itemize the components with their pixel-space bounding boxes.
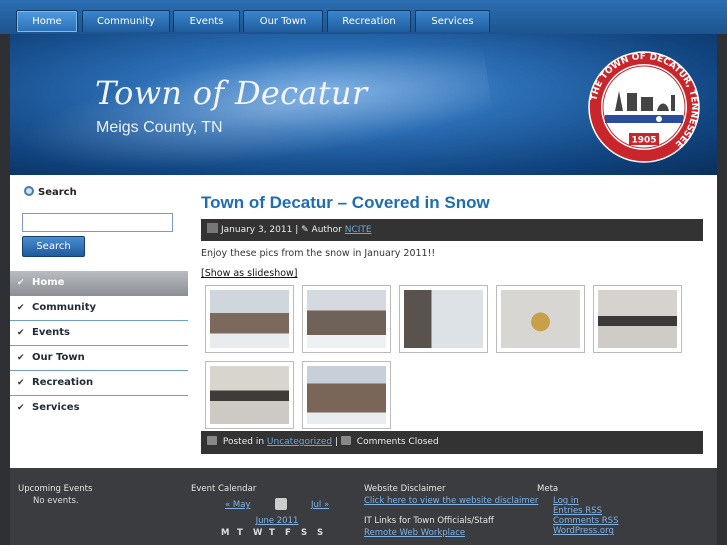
tab-recreation[interactable]: Recreation (327, 10, 411, 32)
folder-icon (207, 436, 217, 445)
it-links-heading: IT Links for Town Officials/Staff (364, 516, 494, 526)
calendar-prev-link[interactable]: « May (225, 500, 250, 510)
author-icon: ✎ (301, 225, 309, 235)
disclaimer-link[interactable]: Click here to view the website disclaime… (364, 496, 538, 506)
footer-disclaimer: Website Disclaimer Click here to view th… (364, 484, 538, 538)
check-icon: ✔ (17, 353, 25, 363)
gallery-thumbnail[interactable] (205, 285, 294, 353)
gallery-thumbnail[interactable] (399, 285, 488, 353)
author-link[interactable]: NCITE (345, 225, 372, 235)
footer-event-calendar: Event Calendar « May Jul » June 2011 MTW… (191, 484, 351, 538)
tab-our-town[interactable]: Our Town (243, 10, 323, 32)
sidebar-item-community[interactable]: ✔ Community (10, 296, 188, 321)
town-seal-logo: THE TOWN OF DECATUR, TENNESSEE 1905 (588, 51, 700, 163)
post-footer-bar: Posted in Uncategorized | Comments Close… (201, 431, 703, 454)
gallery-thumbnail[interactable] (302, 285, 391, 353)
calendar-weekdays: MTWTFSS (221, 528, 324, 538)
calendar-month[interactable]: June 2011 (191, 516, 363, 526)
check-icon: ✔ (17, 278, 25, 288)
author-prefix: Author (311, 225, 342, 235)
search-bullet-icon (24, 186, 34, 196)
check-icon: ✔ (17, 328, 25, 338)
footer-upcoming-events: Upcoming Events No events. (18, 484, 92, 506)
snow-entrance-photo (404, 290, 483, 348)
sidebar-item-home[interactable]: ✔ Home (10, 271, 188, 296)
comments-status: Comments Closed (356, 437, 439, 447)
site-title[interactable]: Town of Decatur (95, 74, 367, 112)
tab-community[interactable]: Community (82, 10, 170, 32)
tab-events[interactable]: Events (173, 10, 240, 32)
gallery-thumbnail[interactable] (205, 361, 294, 429)
comments-icon (340, 436, 351, 445)
footer-meta: Meta Log in Entries RSS Comments RSS Wor… (537, 484, 618, 536)
top-navigation: Home Community Events Our Town Recreatio… (0, 0, 727, 34)
rss-icon[interactable] (275, 498, 287, 510)
sidebar-navigation: ✔ Home ✔ Community ✔ Events ✔ Our Town ✔ Recr… (10, 271, 188, 421)
post-meta-bar: January 3, 2011 | ✎ Author NCITE (201, 219, 703, 241)
snow-courthouse-photo-2 (307, 366, 386, 424)
snow-courthouse-photo (210, 290, 289, 348)
entries-rss-link[interactable]: Entries RSS (553, 506, 618, 516)
calendar-icon (207, 223, 218, 233)
tab-home[interactable]: Home (16, 10, 78, 32)
search-input[interactable] (22, 213, 173, 232)
site-header: Town of Decatur Meigs County, TN THE TOW… (10, 34, 717, 175)
snow-building-photo (307, 290, 386, 348)
gallery-thumbnail[interactable] (496, 285, 585, 353)
seal-year: 1905 (631, 136, 656, 146)
disclaimer-heading: Website Disclaimer (364, 484, 446, 494)
sidebar-item-services[interactable]: ✔ Services (10, 396, 188, 421)
calendar-next-link[interactable]: Jul » (311, 500, 329, 510)
main-content: Town of Decatur – Covered in Snow Januar… (188, 175, 717, 468)
wordpress-link[interactable]: WordPress.org (553, 526, 618, 536)
comments-rss-link[interactable]: Comments RSS (553, 516, 618, 526)
site-footer: Upcoming Events No events. Event Calenda… (10, 468, 717, 545)
event-calendar-heading: Event Calendar (191, 484, 257, 494)
sidebar-item-events[interactable]: ✔ Events (10, 321, 188, 346)
meta-heading: Meta (537, 484, 559, 494)
check-icon: ✔ (17, 303, 25, 313)
search-heading: Search (24, 186, 77, 198)
post-date: January 3, 2011 (221, 225, 293, 235)
tab-services[interactable]: Services (415, 10, 490, 32)
building-seal-photo (501, 290, 580, 348)
gallery-thumbnail[interactable] (302, 361, 391, 429)
remote-web-workplace-link[interactable]: Remote Web Workplace (364, 528, 538, 538)
search-button[interactable]: Search (22, 236, 85, 257)
check-icon: ✔ (17, 378, 25, 388)
gallery-thumbnail[interactable] (593, 285, 682, 353)
sidebar-item-recreation[interactable]: ✔ Recreation (10, 371, 188, 396)
municipal-sign-photo (598, 290, 677, 348)
site-subtitle: Meigs County, TN (96, 119, 223, 136)
check-icon: ✔ (17, 403, 25, 413)
post-intro: Enjoy these pics from the snow in Januar… (201, 248, 436, 259)
sidebar: Search Search ✔ Home ✔ Community ✔ Events ✔… (10, 175, 188, 468)
slideshow-link[interactable]: [Show as slideshow] (201, 268, 298, 279)
post-title[interactable]: Town of Decatur – Covered in Snow (201, 193, 490, 213)
login-link[interactable]: Log in (553, 496, 618, 506)
no-events-text: No events. (33, 496, 79, 506)
municipal-sign-photo-2 (210, 366, 289, 424)
upcoming-events-heading: Upcoming Events (18, 484, 93, 494)
sidebar-item-our-town[interactable]: ✔ Our Town (10, 346, 188, 371)
category-link[interactable]: Uncategorized (267, 437, 332, 447)
